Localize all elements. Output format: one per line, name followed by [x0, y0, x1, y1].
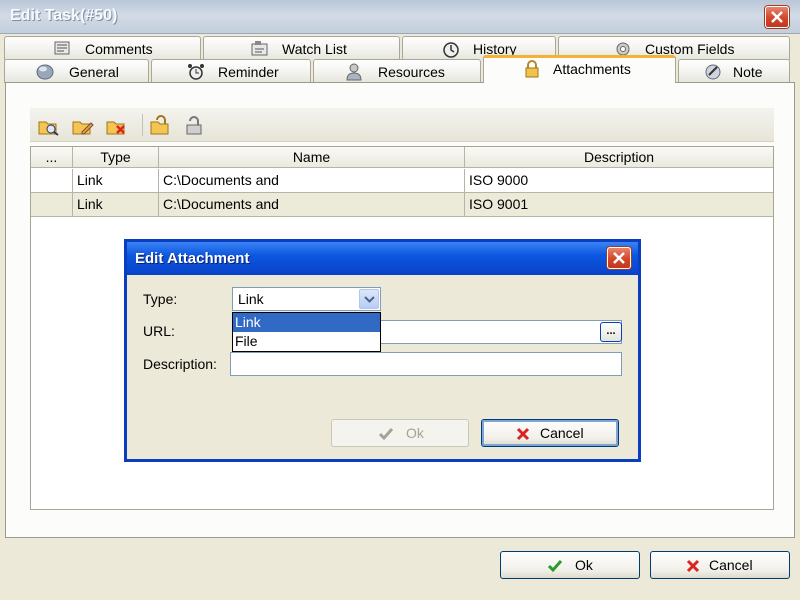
browse-button[interactable]: ... — [600, 322, 622, 342]
cell-type: Link — [73, 169, 159, 192]
cancel-label: Cancel — [709, 557, 753, 573]
tab-label: Attachments — [553, 61, 631, 77]
dialog-title-bar: Edit Attachment — [127, 242, 638, 275]
column-header-type[interactable]: Type — [73, 147, 159, 167]
window-title-bar: Edit Task(#50) — [0, 0, 800, 34]
tab-general[interactable]: General — [4, 59, 149, 83]
column-header-select[interactable]: ... — [31, 147, 73, 167]
chevron-down-icon — [364, 296, 375, 303]
close-icon — [613, 252, 625, 264]
dialog-cancel-label: Cancel — [540, 425, 584, 441]
cell-name: C:\Documents and — [159, 169, 465, 192]
window-close-button[interactable] — [765, 6, 789, 28]
tab-note[interactable]: Note — [678, 59, 790, 83]
cancel-button[interactable]: Cancel — [650, 551, 790, 579]
tab-watch-list[interactable]: Watch List — [203, 36, 400, 60]
dialog-ok-button[interactable]: Ok — [331, 419, 469, 447]
attachments-toolbar — [30, 108, 774, 142]
type-select-value: Link — [238, 291, 264, 307]
cell-type: Link — [73, 193, 159, 216]
save-icon[interactable] — [182, 114, 206, 136]
ok-label: Ok — [575, 557, 593, 573]
tab-label: Reminder — [218, 64, 279, 80]
url-label: URL: — [143, 323, 175, 339]
view-attachment-icon[interactable] — [36, 114, 60, 136]
tab-reminder[interactable]: Reminder — [151, 59, 311, 83]
cell-description: ISO 9000 — [469, 172, 529, 188]
general-icon — [36, 64, 54, 80]
open-folder-icon[interactable] — [148, 114, 172, 136]
window-title: Edit Task(#50) — [10, 7, 118, 24]
user-icon — [346, 63, 362, 81]
tab-label: Watch List — [282, 41, 347, 57]
cancel-x-icon — [516, 427, 530, 441]
dialog-close-button[interactable] — [607, 247, 631, 269]
edit-attachment-icon[interactable] — [70, 114, 94, 136]
tab-label: Comments — [85, 41, 153, 57]
checkmark-icon — [547, 560, 563, 573]
comments-icon — [54, 41, 70, 55]
type-option-file[interactable]: File — [233, 332, 380, 351]
type-dropdown-list: Link File — [232, 312, 381, 352]
tab-label: Note — [733, 64, 763, 80]
checkmark-icon — [378, 428, 394, 441]
toolbar-separator — [142, 114, 143, 136]
edit-attachment-dialog: Edit Attachment Type: Link Link File URL… — [124, 239, 641, 462]
tab-label: General — [69, 64, 119, 80]
dialog-ok-label: Ok — [406, 425, 424, 441]
description-input[interactable] — [230, 352, 622, 376]
cell-name: C:\Documents and — [159, 193, 465, 216]
note-icon — [705, 64, 721, 80]
alarm-clock-icon — [188, 64, 204, 80]
dialog-title: Edit Attachment — [135, 250, 250, 267]
tab-attachments[interactable]: Attachments — [483, 55, 676, 83]
watch-list-icon — [251, 41, 268, 56]
delete-attachment-icon[interactable] — [104, 114, 128, 136]
column-header-name[interactable]: Name — [159, 147, 465, 167]
description-label: Description: — [143, 356, 217, 372]
history-icon — [443, 42, 459, 58]
table-row[interactable]: Link C:\Documents and ISO 9000 — [31, 169, 773, 193]
close-icon — [771, 11, 783, 23]
tab-label: Resources — [378, 64, 445, 80]
tab-comments[interactable]: Comments — [4, 36, 201, 60]
table-row[interactable]: Link C:\Documents and ISO 9001 — [31, 193, 773, 217]
type-option-link[interactable]: Link — [233, 313, 380, 332]
type-select[interactable]: Link — [232, 287, 381, 311]
type-label: Type: — [143, 291, 178, 307]
type-select-arrow[interactable] — [359, 289, 379, 309]
tab-resources[interactable]: Resources — [313, 59, 481, 83]
row-selector[interactable] — [31, 169, 73, 192]
cell-description: ISO 9001 — [469, 196, 529, 212]
row-selector[interactable] — [31, 193, 73, 216]
column-header-description[interactable]: Description — [465, 147, 773, 167]
lock-icon — [525, 60, 539, 78]
ok-button[interactable]: Ok — [500, 551, 640, 579]
dialog-cancel-button[interactable]: Cancel — [481, 419, 619, 447]
grid-header: ... Type Name Description — [31, 147, 773, 168]
cancel-x-icon — [686, 559, 700, 573]
